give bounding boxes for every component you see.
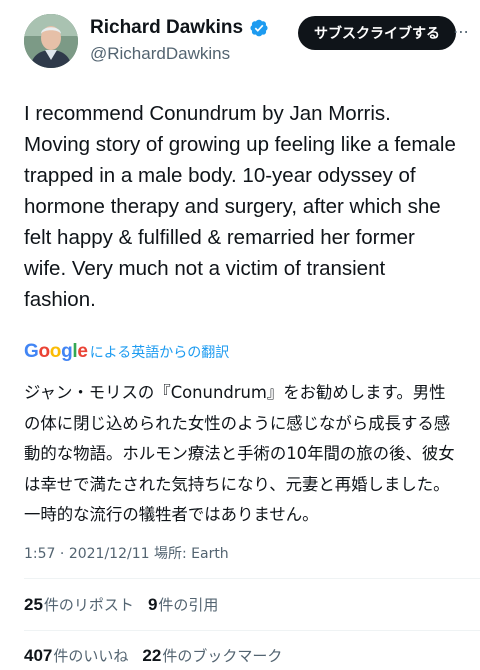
author-names: Richard Dawkins @RichardDawkins: [90, 16, 269, 64]
display-name-row: Richard Dawkins: [90, 16, 269, 40]
reposts-label: 件のリポスト: [43, 596, 134, 614]
tweet-time[interactable]: 1:57: [24, 546, 55, 562]
location-label: 場所:: [153, 546, 187, 562]
reposts-count: 25: [24, 595, 43, 614]
user-handle[interactable]: @RichardDawkins: [90, 44, 269, 64]
tweet-date[interactable]: 2021/12/11: [69, 546, 150, 562]
avatar-photo-icon: [24, 14, 78, 68]
quotes-stat[interactable]: 9 件の引用: [148, 594, 218, 615]
verified-badge-icon[interactable]: [249, 18, 269, 38]
translated-text: ジャン・モリスの『Conundrum』をお勧めします。男性の体に閉じ込められた女…: [24, 383, 455, 524]
tweet-meta: 1:57 · 2021/12/11 場所: Earth: [24, 543, 229, 563]
subscribe-button[interactable]: サブスクライブする: [298, 16, 456, 50]
bookmarks-label: 件のブックマーク: [162, 647, 283, 665]
stats-row-reposts-quotes: 25 件のリポスト 9 件の引用: [24, 594, 232, 615]
tweet-text: I recommend Conundrum by Jan Morris. Mov…: [24, 102, 456, 311]
meta-separator: ·: [59, 546, 69, 562]
translation-attribution[interactable]: Google による英語からの翻訳: [24, 341, 229, 363]
more-options-icon[interactable]: ⋯: [453, 22, 470, 41]
display-name[interactable]: Richard Dawkins: [90, 17, 243, 39]
tweet-header: Richard Dawkins @RichardDawkins サブスクライブす…: [24, 12, 469, 70]
translation-label[interactable]: による英語からの翻訳: [90, 342, 230, 362]
likes-count: 407: [24, 646, 53, 665]
quotes-count: 9: [147, 595, 158, 614]
likes-label: 件のいいね: [53, 647, 129, 665]
author-avatar[interactable]: [24, 14, 78, 68]
stats-row-likes-bookmarks: 407 件のいいね 22 件のブックマーク: [24, 645, 296, 666]
divider: [24, 578, 480, 579]
google-logo: Google: [24, 341, 88, 362]
bookmarks-count: 22: [142, 646, 162, 665]
tweet-location: Earth: [191, 546, 229, 562]
likes-stat[interactable]: 407 件のいいね: [24, 645, 128, 666]
quotes-label: 件の引用: [158, 596, 219, 614]
bookmarks-stat[interactable]: 22 件のブックマーク: [142, 645, 282, 666]
reposts-stat[interactable]: 25 件のリポスト: [24, 594, 134, 615]
divider: [24, 630, 480, 631]
